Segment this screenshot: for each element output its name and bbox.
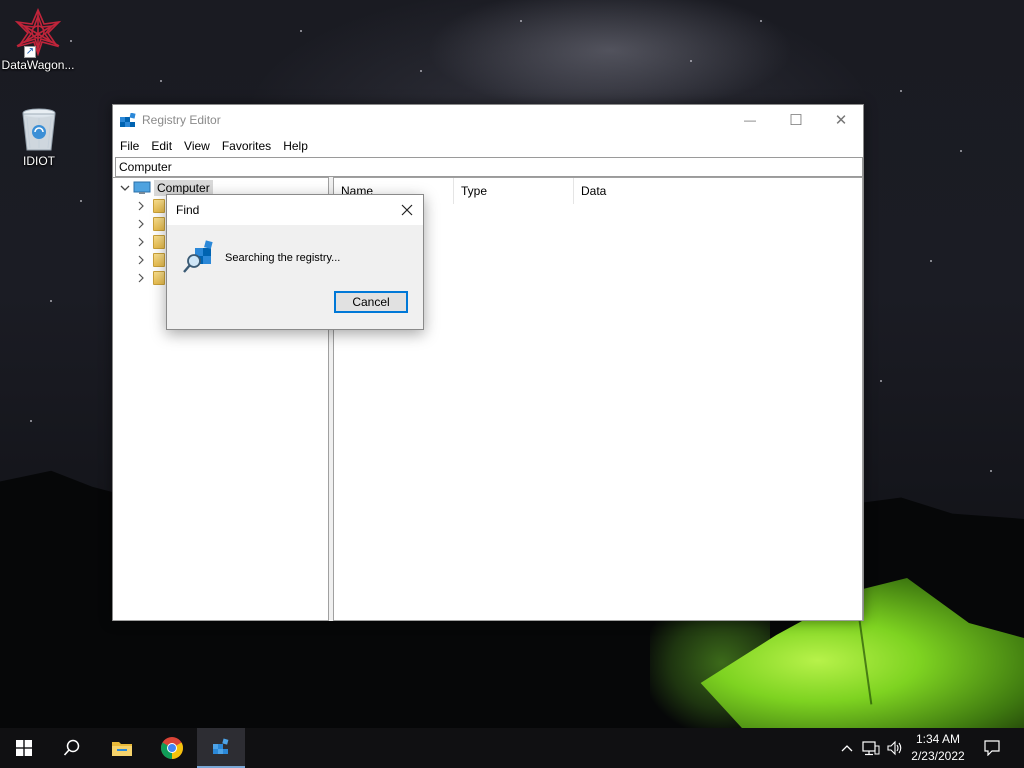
desktop-icon-label: IDIOT bbox=[23, 154, 55, 168]
star bbox=[930, 260, 932, 262]
desktop-icon-datawagon[interactable]: ↗ DataWagon... bbox=[0, 7, 76, 72]
chevron-up-icon bbox=[841, 745, 853, 752]
dialog-title: Find bbox=[176, 203, 200, 217]
network-icon bbox=[862, 741, 880, 756]
folder-icon bbox=[153, 217, 165, 231]
close-button[interactable]: ✕ bbox=[818, 105, 864, 135]
search-button[interactable] bbox=[48, 728, 96, 768]
star bbox=[420, 70, 422, 72]
chevron-right-icon[interactable] bbox=[135, 218, 147, 230]
star bbox=[960, 150, 962, 152]
tree-node-hive[interactable] bbox=[135, 269, 165, 287]
menu-view[interactable]: View bbox=[178, 135, 216, 157]
folder-icon bbox=[153, 199, 165, 213]
star bbox=[880, 380, 882, 382]
minimize-icon: — bbox=[744, 113, 756, 127]
folder-icon bbox=[153, 253, 165, 267]
taskbar-file-explorer[interactable] bbox=[98, 728, 146, 768]
star bbox=[760, 20, 762, 22]
tree-node-hive[interactable] bbox=[135, 197, 165, 215]
start-button[interactable] bbox=[0, 728, 48, 768]
menu-favorites[interactable]: Favorites bbox=[216, 135, 277, 157]
taskbar-clock[interactable]: 1:34 AM 2/23/2022 bbox=[902, 731, 974, 765]
dialog-title-bar[interactable]: Find bbox=[167, 195, 423, 225]
address-bar[interactable]: Computer bbox=[115, 157, 863, 177]
chevron-right-icon[interactable] bbox=[135, 200, 147, 212]
window-title: Registry Editor bbox=[142, 113, 221, 127]
datawagon-shortcut-icon: ↗ bbox=[14, 7, 62, 58]
close-icon: ✕ bbox=[834, 112, 848, 129]
star bbox=[300, 30, 302, 32]
star bbox=[50, 300, 52, 302]
cancel-button[interactable]: Cancel bbox=[334, 291, 408, 313]
minimize-button[interactable]: — bbox=[727, 105, 773, 135]
desktop-icon-recycle-bin[interactable]: IDIOT bbox=[1, 106, 77, 168]
search-status-text: Searching the registry... bbox=[225, 252, 341, 264]
search-icon bbox=[63, 739, 80, 756]
registry-search-icon bbox=[183, 240, 213, 273]
taskbar: 1:34 AM 2/23/2022 bbox=[0, 728, 1024, 768]
tree-node-hive[interactable] bbox=[135, 233, 165, 251]
folder-icon bbox=[153, 235, 165, 249]
chrome-icon bbox=[161, 737, 183, 759]
star bbox=[990, 470, 992, 472]
chevron-right-icon[interactable] bbox=[135, 236, 147, 248]
shortcut-arrow-icon: ↗ bbox=[24, 46, 36, 58]
network-button[interactable] bbox=[860, 728, 882, 768]
maximize-icon: ☐ bbox=[789, 112, 803, 129]
show-hidden-icons-button[interactable] bbox=[838, 728, 856, 768]
menu-file[interactable]: File bbox=[114, 135, 145, 157]
tree-node-hive[interactable] bbox=[135, 215, 165, 233]
registry-editor-window: Registry Editor — ☐ ✕ File Edit View Fav… bbox=[112, 104, 864, 621]
star bbox=[520, 20, 522, 22]
taskbar-registry-editor[interactable] bbox=[197, 728, 245, 768]
desktop-icon-label: DataWagon... bbox=[1, 58, 75, 72]
star bbox=[160, 80, 162, 82]
start-icon bbox=[16, 740, 32, 756]
registry-editor-icon bbox=[213, 738, 229, 754]
star bbox=[30, 420, 32, 422]
column-header-data[interactable]: Data bbox=[574, 178, 862, 204]
star bbox=[80, 200, 82, 202]
close-icon bbox=[401, 204, 413, 216]
file-explorer-icon bbox=[112, 742, 132, 756]
recycle-bin-icon bbox=[19, 106, 59, 152]
star bbox=[900, 90, 902, 92]
computer-icon bbox=[133, 181, 151, 194]
folder-icon bbox=[153, 271, 165, 285]
title-bar[interactable]: Registry Editor — ☐ ✕ bbox=[113, 105, 863, 135]
column-header-type[interactable]: Type bbox=[454, 178, 574, 204]
clock-date: 2/23/2022 bbox=[911, 749, 965, 763]
taskbar-chrome[interactable] bbox=[148, 728, 196, 768]
maximize-button[interactable]: ☐ bbox=[773, 105, 819, 135]
notification-icon bbox=[984, 740, 1000, 756]
tree-node-hive[interactable] bbox=[135, 251, 165, 269]
star bbox=[690, 60, 692, 62]
find-dialog: Find Searching the registry... Cancel bbox=[166, 194, 424, 330]
clock-time: 1:34 AM bbox=[915, 732, 961, 746]
chevron-right-icon[interactable] bbox=[135, 272, 147, 284]
chevron-right-icon[interactable] bbox=[135, 254, 147, 266]
dialog-close-button[interactable] bbox=[391, 195, 423, 225]
chevron-down-icon[interactable] bbox=[119, 182, 131, 194]
registry-editor-icon bbox=[120, 113, 136, 127]
menu-bar: File Edit View Favorites Help bbox=[113, 135, 863, 157]
action-center-button[interactable] bbox=[978, 728, 1006, 768]
menu-help[interactable]: Help bbox=[277, 135, 314, 157]
menu-edit[interactable]: Edit bbox=[145, 135, 178, 157]
